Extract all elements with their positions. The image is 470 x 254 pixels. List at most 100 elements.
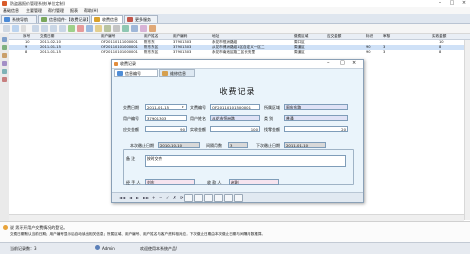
calendar-icon[interactable]: ▾	[182, 105, 184, 109]
next-record-button[interactable]: ►	[136, 195, 139, 200]
prev-record-icon[interactable]	[41, 25, 48, 32]
delete-record-button[interactable]: −	[159, 195, 162, 200]
tab-record-grid[interactable]: 信息组件-【收费记录】	[38, 15, 90, 23]
column-header[interactable]: 审核	[383, 34, 390, 39]
minimize-icon[interactable]: –	[327, 60, 330, 66]
column-header[interactable]: 用户编号	[101, 34, 115, 39]
user-name-field[interactable]: 从花市恒洲路	[210, 115, 260, 121]
print-icon[interactable]	[113, 25, 120, 32]
payee-field[interactable]: 赵刚	[229, 179, 279, 185]
cell: 2011-01-15	[40, 50, 61, 54]
column-header[interactable]: 地址	[212, 34, 219, 39]
due-field[interactable]: 90	[145, 126, 187, 132]
maximize-icon[interactable]: □	[446, 0, 458, 7]
cell: 2011-01-15	[40, 45, 61, 49]
search-icon[interactable]	[214, 194, 223, 202]
table-row[interactable]: 8 2011-01-15 OF20110101000001 陈东东区 37901…	[9, 50, 470, 55]
column-header[interactable]: 标识	[366, 34, 373, 39]
last-record-button[interactable]: ►►	[143, 195, 149, 200]
cancel-button[interactable]: ✗	[173, 195, 176, 200]
handler-field[interactable]: 刘东	[145, 179, 195, 185]
vertical-scrollbar[interactable]	[464, 40, 470, 220]
next-record-icon[interactable]	[50, 25, 57, 32]
prev-record-button[interactable]: ◄	[129, 195, 132, 200]
info-icon	[117, 71, 123, 76]
dropdown-icon[interactable]	[21, 25, 26, 32]
record-icon[interactable]	[2, 77, 7, 82]
area-field[interactable]: 周庆东路	[284, 104, 348, 110]
tab-fee-info[interactable]: 收费信息	[91, 15, 123, 23]
next-date-field[interactable]: 2011-01-10	[284, 142, 326, 148]
this-date-label: 本次缴止日期	[130, 143, 154, 148]
maximize-icon[interactable]: □	[340, 60, 345, 66]
tab-label: 信息组件-【收费记录】	[49, 17, 91, 22]
record-icon[interactable]	[2, 61, 7, 66]
new-icon[interactable]	[12, 25, 19, 32]
edit-icon[interactable]	[3, 25, 10, 32]
close-icon[interactable]: ×	[352, 60, 356, 66]
minimize-icon[interactable]: –	[434, 0, 446, 7]
last-record-icon[interactable]	[59, 25, 66, 32]
note-field[interactable]: 按时交齐	[145, 155, 346, 167]
record-icon[interactable]	[2, 37, 7, 42]
period-field[interactable]: 3	[228, 142, 248, 148]
export-icon[interactable]	[204, 194, 213, 202]
save-icon[interactable]	[184, 194, 193, 202]
help-icon[interactable]	[234, 194, 243, 202]
type-field[interactable]: 普通	[284, 115, 348, 121]
refresh-icon[interactable]	[131, 25, 138, 32]
horizontal-scrollbar[interactable]	[9, 214, 464, 221]
tab-label: 更多服务	[135, 17, 151, 22]
add-icon[interactable]	[68, 25, 75, 32]
this-date-field[interactable]: 2010-10-10	[158, 142, 200, 148]
settings-icon[interactable]	[224, 194, 233, 202]
cell: 3	[383, 50, 386, 54]
money-icon	[94, 17, 100, 22]
help-icon[interactable]	[140, 25, 147, 32]
column-header[interactable]: 实收金额	[432, 34, 446, 39]
dialog-icon	[114, 62, 118, 66]
record-icon[interactable]	[2, 53, 7, 58]
paid-field[interactable]: 100	[210, 126, 260, 132]
exit-icon[interactable]	[149, 25, 156, 32]
form-heading: 收费记录	[219, 87, 256, 96]
column-header[interactable]: 交费日期	[40, 34, 54, 39]
doc-no-label: 文费编号	[190, 105, 206, 110]
column-header[interactable]: 用户编码	[173, 34, 187, 39]
record-icon[interactable]	[2, 45, 7, 50]
user-no-field[interactable]: 37901303	[145, 115, 187, 121]
refresh-button[interactable]: ⟳	[180, 195, 183, 200]
record-count: 当前记录数：3	[10, 246, 37, 251]
export-icon[interactable]	[122, 25, 129, 32]
add-record-button[interactable]: +	[152, 195, 155, 200]
user-no-label: 用户编号	[123, 116, 139, 121]
type-label: 类 别	[264, 116, 274, 121]
pay-date-field[interactable]: 2011-01-15	[145, 104, 187, 110]
column-header[interactable]: 缴费区域	[294, 34, 308, 39]
print-icon[interactable]	[194, 194, 203, 202]
save-icon[interactable]	[86, 25, 93, 32]
first-record-icon[interactable]	[32, 25, 39, 32]
column-header[interactable]: 应交金额	[327, 34, 341, 39]
dialog-tab-repair[interactable]: 维修信息	[159, 69, 195, 77]
dialog-tab-info[interactable]: 信息编号	[114, 69, 158, 77]
column-header[interactable]: 序号	[23, 34, 30, 39]
doc-no-field[interactable]: OF20110101500001	[210, 104, 260, 110]
cell: 永花市南池区路二区长安里	[212, 50, 256, 54]
tab-system-nav[interactable]: 系统导航	[1, 15, 37, 23]
grid-icon	[41, 17, 47, 22]
change-label: 找零金额	[264, 127, 280, 132]
record-icon[interactable]	[2, 69, 7, 74]
change-field[interactable]: 20	[284, 126, 348, 132]
confirm-button[interactable]: ✓	[166, 195, 169, 200]
cell: 2011-02-10	[40, 40, 61, 44]
welcome-text: 欢迎使用本系统产品!	[140, 246, 178, 251]
hint-line-1: 说 男牙开用户交费情况的登记。	[10, 225, 68, 230]
first-record-button[interactable]: ◄◄	[119, 195, 125, 200]
delete-icon[interactable]	[77, 25, 84, 32]
tab-more-services[interactable]: 更多服务	[124, 15, 158, 23]
search-icon[interactable]	[95, 25, 102, 32]
filter-icon[interactable]	[104, 25, 111, 32]
close-icon[interactable]: ×	[458, 0, 470, 7]
column-header[interactable]: 用户姓名	[144, 34, 158, 39]
